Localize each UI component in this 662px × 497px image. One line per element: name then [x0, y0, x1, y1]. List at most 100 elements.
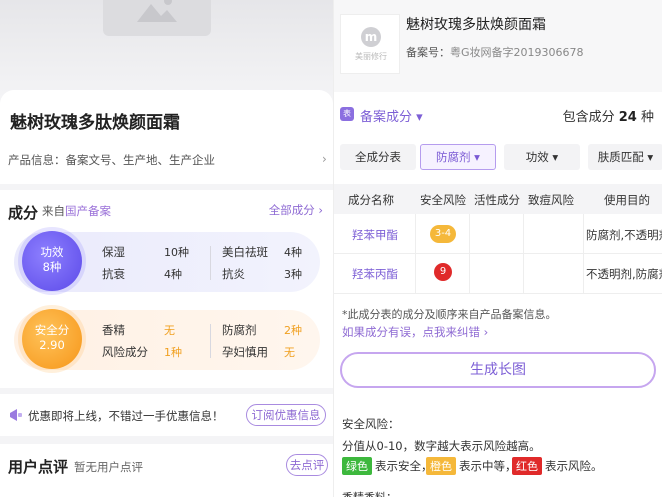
ingredients-card: 成分 来自国产备案 全部成分 › 功效 8种 保湿 10种 美白祛斑 4种 抗衰… — [0, 190, 333, 388]
efficacy-item-label: 美白祛斑 — [222, 245, 268, 259]
source-note: *此成分表的成分及顺序来自产品备案信息。 — [342, 308, 557, 321]
safety-item-label: 防腐剂 — [222, 323, 257, 337]
promo-bar: 优惠即将上线，不错过一手优惠信息！ 订阅优惠信息 — [0, 394, 333, 436]
safety-circle-value: 2.90 — [39, 338, 65, 352]
table-row[interactable]: 羟苯甲酯 3-4 防腐剂,不透明剂 — [334, 214, 662, 254]
filter-skin-type[interactable]: 肤质匹配 ▾ — [588, 144, 662, 170]
logo-text: 美丽修行 — [355, 52, 387, 61]
reviews-card: 用户点评 暂无用户点评 去点评 — [0, 444, 333, 497]
chevron-right-icon: › — [318, 203, 323, 217]
table-row[interactable]: 羟苯丙酯 9 不透明剂,防腐剂 — [334, 254, 662, 294]
ingredient-count: 包含成分 24 种 — [563, 106, 654, 125]
safety-item-value: 无 — [164, 324, 175, 337]
column-header: 致痘风险 — [528, 193, 574, 207]
reviews-empty-text: 暂无用户点评 — [74, 460, 143, 474]
product-detail-panel: 魅树玫瑰多肽焕颜面霜 产品信息：备案文号、生产地、生产企业 › 成分 来自国产备… — [0, 0, 333, 497]
safety-item-label: 香精 — [102, 323, 125, 337]
safety-summary[interactable]: 安全分 2.90 香精 无 防腐剂 2种 风险成分 1种 孕妇慎用 无 — [14, 309, 320, 370]
reviews-title: 用户点评 — [8, 458, 69, 476]
column-header: 活性成分 — [474, 193, 520, 207]
registration-value: 粤G妆网备字2019306678 — [450, 46, 584, 59]
product-info-row[interactable]: 产品信息：备案文号、生产地、生产企业 — [8, 152, 215, 168]
count-prefix: 包含成分 — [562, 110, 615, 125]
section-title: 备案成分 — [360, 110, 413, 125]
registration-label: 备案号： — [406, 46, 450, 59]
safety-item-value: 1种 — [164, 346, 182, 359]
safety-risk-badge: 9 — [434, 263, 452, 281]
source-prefix: 来自 — [42, 204, 65, 218]
logo-letter: m — [361, 27, 381, 47]
ingredient-list-panel: m 美丽修行 魅树玫瑰多肽焕颜面霜 备案号：粤G妆网备字2019306678 表… — [333, 0, 662, 497]
report-error-label: 如果成分有误，点我来纠错 — [342, 325, 480, 339]
generate-long-image-button[interactable]: 生成长图 — [340, 352, 656, 388]
megaphone-icon — [10, 409, 22, 421]
legend-red-badge: 红色 — [512, 457, 542, 475]
promo-text: 优惠即将上线，不错过一手优惠信息！ — [28, 409, 224, 423]
column-header: 成分名称 — [348, 193, 394, 207]
all-ingredients-label: 全部成分 — [268, 203, 315, 217]
table-tag-icon: 表 — [340, 107, 354, 121]
safety-risk-badge: 3-4 — [430, 225, 456, 243]
efficacy-summary[interactable]: 功效 8种 保湿 10种 美白祛斑 4种 抗衰 4种 抗炎 3种 — [14, 231, 320, 292]
ingredients-title: 成分 — [8, 204, 39, 222]
divider — [210, 246, 211, 280]
efficacy-circle-value: 8种 — [42, 260, 62, 274]
product-title: 魅树玫瑰多肽焕颜面霜 — [10, 113, 180, 133]
filter-efficacy[interactable]: 功效 ▾ — [504, 144, 580, 170]
report-error-link[interactable]: 如果成分有误，点我来纠错 › — [342, 324, 488, 340]
efficacy-item-label: 保湿 — [102, 245, 125, 259]
efficacy-item-count: 3种 — [284, 268, 302, 281]
efficacy-item-count: 10种 — [164, 246, 189, 259]
efficacy-circle-label: 功效 — [40, 245, 64, 259]
product-hero — [0, 0, 333, 100]
efficacy-item-count: 4种 — [284, 246, 302, 259]
efficacy-circle: 功效 8种 — [22, 231, 82, 291]
brand-logo: m 美丽修行 — [340, 14, 400, 74]
chevron-right-icon: › — [483, 325, 489, 339]
safety-score-circle: 安全分 2.90 — [22, 309, 82, 369]
safety-item-label: 孕妇慎用 — [222, 345, 268, 359]
product-image-placeholder — [103, 0, 211, 36]
efficacy-item-label: 抗炎 — [222, 267, 245, 281]
table-header: 成分名称 安全风险 活性成分 致痘风险 使用目的 — [334, 184, 662, 214]
efficacy-item-count: 4种 — [164, 268, 182, 281]
legend-item: 绿色 表示安全， — [342, 457, 433, 475]
legend-item: 橙色 表示中等， — [426, 457, 517, 475]
product-name: 魅树玫瑰多肽焕颜面霜 — [406, 17, 546, 33]
legend-green-badge: 绿色 — [342, 457, 372, 475]
risk-heading: 安全风险： — [342, 417, 400, 431]
count-suffix: 种 — [640, 110, 654, 125]
write-review-button[interactable]: 去点评 — [286, 454, 328, 476]
legend-item: 红色 表示风险。 — [512, 457, 603, 475]
registration-number: 备案号：粤G妆网备字2019306678 — [406, 44, 584, 60]
column-header: 使用目的 — [604, 193, 650, 207]
all-ingredients-link[interactable]: 全部成分 › — [269, 202, 323, 218]
risk-description: 分值从0-10，数字越大表示风险越高。 — [342, 439, 541, 453]
safety-circle-label: 安全分 — [34, 323, 70, 337]
usage-purpose: 防腐剂,不透明剂 — [586, 228, 662, 242]
ingredients-source: 来自国产备案 — [42, 203, 111, 219]
chevron-right-icon: › — [322, 152, 327, 166]
legend-text: 表示中等， — [459, 459, 517, 473]
divider — [210, 324, 211, 358]
efficacy-item-label: 抗衰 — [102, 267, 125, 281]
count-value: 24 — [618, 110, 637, 125]
usage-purpose: 不透明剂,防腐剂 — [586, 267, 662, 281]
filter-all-ingredients[interactable]: 全成分表 — [340, 144, 416, 170]
product-header: m 美丽修行 魅树玫瑰多肽焕颜面霜 备案号：粤G妆网备字2019306678 — [334, 0, 662, 92]
legend-text: 表示安全， — [375, 459, 433, 473]
subscribe-promo-button[interactable]: 订阅优惠信息 — [246, 404, 326, 426]
filter-preservatives[interactable]: 防腐剂 ▾ — [420, 144, 496, 170]
safety-item-value: 2种 — [284, 324, 302, 337]
ingredient-source-selector[interactable]: 备案成分 ▾ — [360, 106, 423, 125]
legend-orange-badge: 橙色 — [426, 457, 456, 475]
safety-item-label: 风险成分 — [102, 345, 148, 359]
ingredient-name[interactable]: 羟苯甲酯 — [352, 227, 398, 243]
column-header: 安全风险 — [420, 193, 466, 207]
ingredient-name[interactable]: 羟苯丙酯 — [352, 266, 398, 282]
source-link[interactable]: 国产备案 — [65, 204, 111, 218]
safety-item-value: 无 — [284, 346, 295, 359]
image-placeholder-icon — [137, 0, 177, 22]
screenshot: 魅树玫瑰多肽焕颜面霜 产品信息：备案文号、生产地、生产企业 › 成分 来自国产备… — [0, 0, 662, 497]
legend-text: 表示风险。 — [545, 459, 603, 473]
